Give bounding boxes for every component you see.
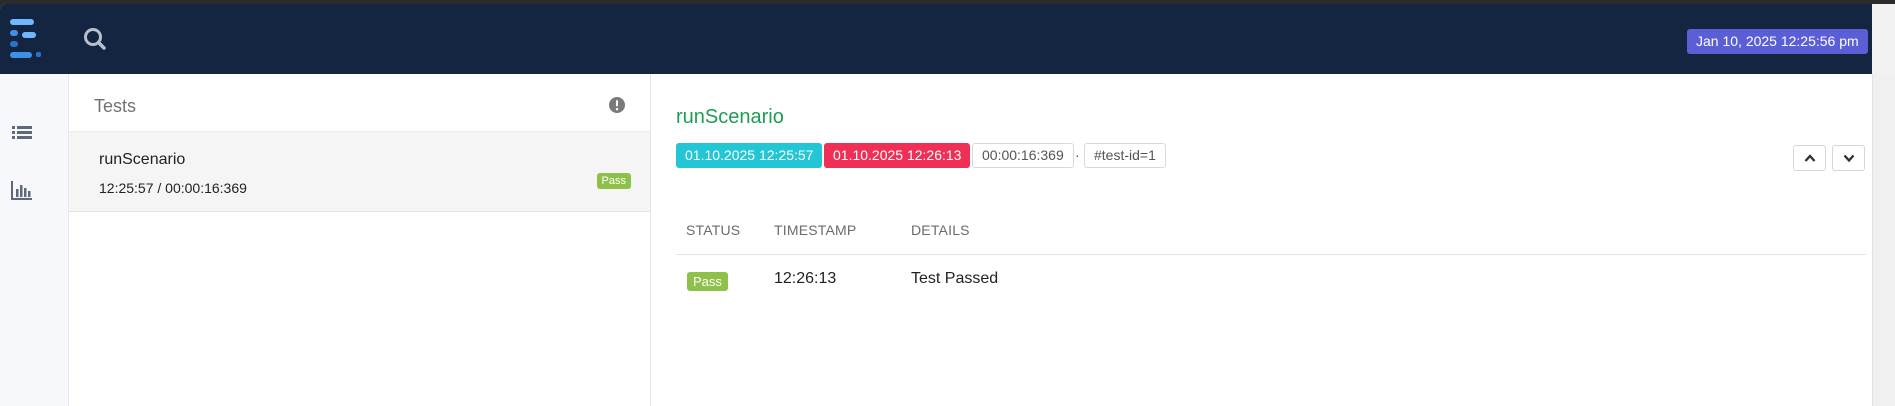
test-id-badge: #test-id=1 (1084, 143, 1166, 168)
log-table: STATUS TIMESTAMP DETAILS Pass 12:26:13 T… (676, 210, 1866, 303)
chevron-up-icon (1804, 154, 1816, 162)
report-datetime-badge: Jan 10, 2025 12:25:56 pm (1687, 29, 1868, 54)
test-list-title: Tests (94, 96, 137, 116)
column-header-details: DETAILS (911, 222, 970, 238)
test-list-item[interactable]: runScenario 12:25:57 / 00:00:16:369 Pass (69, 132, 650, 212)
log-details: Test Passed (911, 270, 999, 287)
end-time-badge: 01.10.2025 12:26:13 (824, 143, 971, 168)
detail-test-title: runScenario (676, 106, 784, 128)
test-detail-panel: runScenario 01.10.2025 12:25:57 01.10.20… (651, 74, 1872, 406)
search-icon[interactable] (82, 26, 108, 52)
column-header-status: STATUS (686, 222, 741, 238)
table-row: Pass 12:26:13 Test Passed (676, 255, 1866, 303)
column-header-timestamp: TIMESTAMP (774, 222, 857, 238)
duration-badge: 00:00:16:369 (972, 143, 1074, 168)
start-time-badge: 01.10.2025 12:25:57 (676, 143, 823, 168)
vertical-scrollbar[interactable] (1872, 74, 1895, 406)
sidebar (0, 74, 69, 406)
bar-chart-icon[interactable] (10, 179, 34, 201)
status-badge: Pass (596, 173, 631, 189)
previous-test-button[interactable] (1793, 145, 1826, 171)
exclamation-circle-icon[interactable] (608, 96, 626, 114)
status-badge: Pass (687, 272, 728, 291)
test-time-duration: 12:25:57 / 00:00:16:369 (99, 180, 247, 196)
next-test-button[interactable] (1832, 145, 1865, 171)
chevron-down-icon (1843, 154, 1855, 163)
test-list-panel: Tests runScenario 12:25:57 / 00:00:16:36… (69, 74, 651, 406)
test-name: runScenario (99, 151, 186, 168)
list-icon[interactable] (10, 122, 34, 144)
log-timestamp: 12:26:13 (774, 270, 837, 287)
test-list-header: Tests (69, 74, 650, 132)
topbar-scroll-edge (1872, 4, 1895, 74)
log-table-header: STATUS TIMESTAMP DETAILS (676, 210, 1866, 255)
app-window: Jan 10, 2025 12:25:56 pm Tests runScenar… (0, 4, 1895, 406)
extent-logo-icon[interactable] (8, 16, 44, 60)
separator-dot: · (1075, 147, 1080, 163)
top-navbar: Jan 10, 2025 12:25:56 pm (0, 4, 1895, 74)
